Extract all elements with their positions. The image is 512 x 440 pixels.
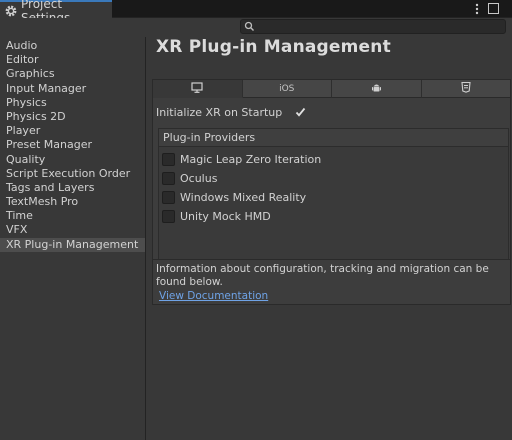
platform-tabs: iOS bbox=[153, 80, 510, 98]
android-icon bbox=[371, 82, 382, 96]
more-options-icon[interactable] bbox=[472, 1, 482, 17]
view-documentation-link[interactable]: View Documentation bbox=[159, 290, 507, 303]
desktop-icon bbox=[191, 81, 203, 96]
xr-settings-box: iOS Initialize XR on Startup Plug-in Pro… bbox=[152, 79, 511, 287]
tab-android[interactable] bbox=[332, 80, 422, 98]
gear-icon bbox=[4, 4, 18, 18]
sidebar-item-quality[interactable]: Quality bbox=[0, 153, 145, 167]
provider-label: Windows Mixed Reality bbox=[180, 191, 307, 204]
magic-leap-checkbox[interactable] bbox=[162, 153, 175, 166]
ios-tab-label: iOS bbox=[279, 83, 295, 94]
sidebar-item-editor[interactable]: Editor bbox=[0, 53, 145, 67]
plugin-providers-panel: Plug-in Providers Magic Leap Zero Iterat… bbox=[158, 128, 509, 264]
initialize-xr-row: Initialize XR on Startup bbox=[156, 106, 506, 120]
windows-mixed-reality-checkbox[interactable] bbox=[162, 191, 175, 204]
project-settings-tab[interactable]: Project Settings bbox=[0, 0, 112, 25]
tab-ios[interactable]: iOS bbox=[242, 80, 332, 98]
sidebar-item-tags-and-layers[interactable]: Tags and Layers bbox=[0, 181, 145, 195]
provider-oculus: Oculus bbox=[162, 172, 502, 186]
provider-label: Unity Mock HMD bbox=[180, 210, 271, 223]
provider-label: Oculus bbox=[180, 172, 218, 185]
provider-unity-mock-hmd: Unity Mock HMD bbox=[162, 210, 502, 224]
maximize-icon[interactable] bbox=[488, 3, 499, 14]
tab-webgl[interactable] bbox=[421, 80, 510, 98]
tab-standalone[interactable] bbox=[153, 80, 243, 98]
sidebar-item-audio[interactable]: Audio bbox=[0, 39, 145, 53]
sidebar-item-time[interactable]: Time bbox=[0, 209, 145, 223]
info-text: Information about configuration, trackin… bbox=[156, 263, 489, 288]
search-icon bbox=[244, 21, 255, 32]
unity-mock-hmd-checkbox[interactable] bbox=[162, 210, 175, 223]
page-title: XR Plug-in Management bbox=[156, 37, 391, 57]
sidebar-item-player[interactable]: Player bbox=[0, 124, 145, 138]
provider-windows-mixed-reality: Windows Mixed Reality bbox=[162, 191, 502, 205]
sidebar-item-preset-manager[interactable]: Preset Manager bbox=[0, 138, 145, 152]
provider-label: Magic Leap Zero Iteration bbox=[180, 153, 322, 166]
sidebar-item-xr-plugin-management[interactable]: XR Plug-in Management bbox=[0, 237, 145, 252]
sidebar-item-vfx[interactable]: VFX bbox=[0, 223, 145, 237]
sidebar-item-textmesh-pro[interactable]: TextMesh Pro bbox=[0, 195, 145, 209]
provider-magic-leap: Magic Leap Zero Iteration bbox=[162, 153, 502, 167]
sidebar-item-physics-2d[interactable]: Physics 2D bbox=[0, 110, 145, 124]
title-bar: Project Settings bbox=[0, 0, 512, 25]
plugin-providers-header: Plug-in Providers bbox=[159, 129, 508, 147]
sidebar-item-graphics[interactable]: Graphics bbox=[0, 67, 145, 81]
search-input[interactable] bbox=[240, 19, 506, 34]
html5-icon bbox=[461, 81, 471, 96]
sidebar-item-input-manager[interactable]: Input Manager bbox=[0, 82, 145, 96]
oculus-checkbox[interactable] bbox=[162, 172, 175, 185]
sidebar-item-script-execution-order[interactable]: Script Execution Order bbox=[0, 167, 145, 181]
info-box: Information about configuration, trackin… bbox=[152, 259, 511, 305]
sidebar-item-physics[interactable]: Physics bbox=[0, 96, 145, 110]
initialize-xr-label: Initialize XR on Startup bbox=[156, 106, 283, 119]
initialize-xr-checkbox[interactable] bbox=[294, 106, 307, 119]
checkmark-icon bbox=[295, 107, 306, 117]
settings-sidebar: Audio Editor Graphics Input Manager Phys… bbox=[0, 37, 146, 440]
main-panel: XR Plug-in Management iOS Initialize XR … bbox=[147, 37, 512, 440]
